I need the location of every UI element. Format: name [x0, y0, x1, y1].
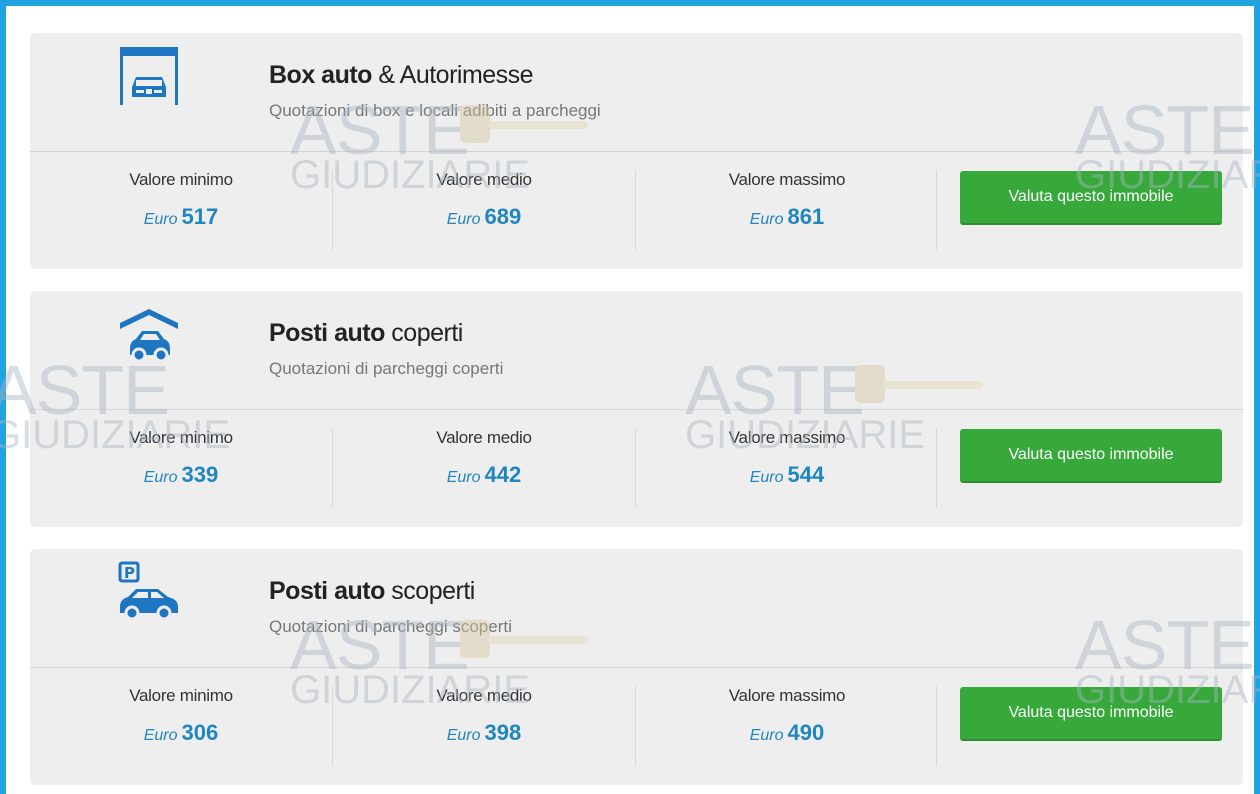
- max-value: Valore massimo Euro 544: [636, 428, 938, 488]
- avg-amount: Euro 398: [446, 720, 522, 745]
- card-title: Box auto & Autorimesse: [269, 61, 534, 89]
- card-header: Box auto & Autorimesse Quotazioni di box…: [30, 33, 1243, 151]
- avg-value: Valore medio Euro 398: [333, 686, 635, 746]
- open-parking-icon: P: [118, 561, 178, 621]
- min-value: Valore minimo Euro 306: [30, 686, 332, 746]
- card-header: Posti auto coperti Quotazioni di parcheg…: [30, 291, 1243, 409]
- avg-label: Valore medio: [436, 428, 532, 447]
- covered-parking-icon: [120, 309, 178, 363]
- content-frame: Box auto & Autorimesse Quotazioni di box…: [0, 0, 1260, 794]
- max-label: Valore massimo: [728, 170, 846, 189]
- separator: [936, 170, 937, 250]
- max-value: Valore massimo Euro 490: [636, 686, 938, 746]
- avg-value: Valore medio Euro 442: [333, 428, 635, 488]
- avg-label: Valore medio: [436, 170, 532, 189]
- separator: [936, 428, 937, 508]
- min-amount: Euro 517: [143, 204, 219, 229]
- avg-amount: Euro 442: [446, 462, 522, 487]
- card-posti-coperti: Posti auto coperti Quotazioni di parcheg…: [30, 291, 1243, 527]
- valuta-button[interactable]: Valuta questo immobile: [960, 171, 1222, 225]
- max-amount: Euro 861: [749, 204, 825, 229]
- valuta-button[interactable]: Valuta questo immobile: [960, 687, 1222, 741]
- card-title: Posti auto scoperti: [269, 577, 475, 605]
- max-label: Valore massimo: [728, 428, 846, 447]
- card-posti-scoperti: P Posti auto scoperti Quotazioni di parc…: [30, 549, 1243, 785]
- max-amount: Euro 490: [749, 720, 825, 745]
- card-title: Posti auto coperti: [269, 319, 463, 347]
- max-amount: Euro 544: [749, 462, 825, 487]
- valuta-button[interactable]: Valuta questo immobile: [960, 429, 1222, 483]
- min-amount: Euro 306: [143, 720, 219, 745]
- min-label: Valore minimo: [129, 686, 233, 705]
- min-label: Valore minimo: [129, 428, 233, 447]
- separator: [936, 686, 937, 766]
- max-label: Valore massimo: [728, 686, 846, 705]
- value-row: Valore minimo Euro 339 Valore medio Euro 4…: [30, 410, 1243, 527]
- value-row: Valore minimo Euro 517 Valore medio Euro 6…: [30, 152, 1243, 269]
- value-row: Valore minimo Euro 306 Valore medio Euro 3…: [30, 668, 1243, 785]
- min-value: Valore minimo Euro 339: [30, 428, 332, 488]
- card-box-auto: Box auto & Autorimesse Quotazioni di box…: [30, 33, 1243, 269]
- card-header: P Posti auto scoperti Quotazioni di parc…: [30, 549, 1243, 667]
- svg-text:P: P: [124, 564, 135, 582]
- card-subtitle: Quotazioni di parcheggi coperti: [269, 359, 504, 378]
- avg-label: Valore medio: [436, 686, 532, 705]
- min-amount: Euro 339: [143, 462, 219, 487]
- avg-value: Valore medio Euro 689: [333, 170, 635, 230]
- card-subtitle: Quotazioni di parcheggi scoperti: [269, 617, 512, 636]
- card-subtitle: Quotazioni di box e locali adibiti a par…: [269, 101, 601, 120]
- max-value: Valore massimo Euro 861: [636, 170, 938, 230]
- avg-amount: Euro 689: [446, 204, 522, 229]
- min-value: Valore minimo Euro 517: [30, 170, 332, 230]
- min-label: Valore minimo: [129, 170, 233, 189]
- garage-icon: [118, 45, 180, 107]
